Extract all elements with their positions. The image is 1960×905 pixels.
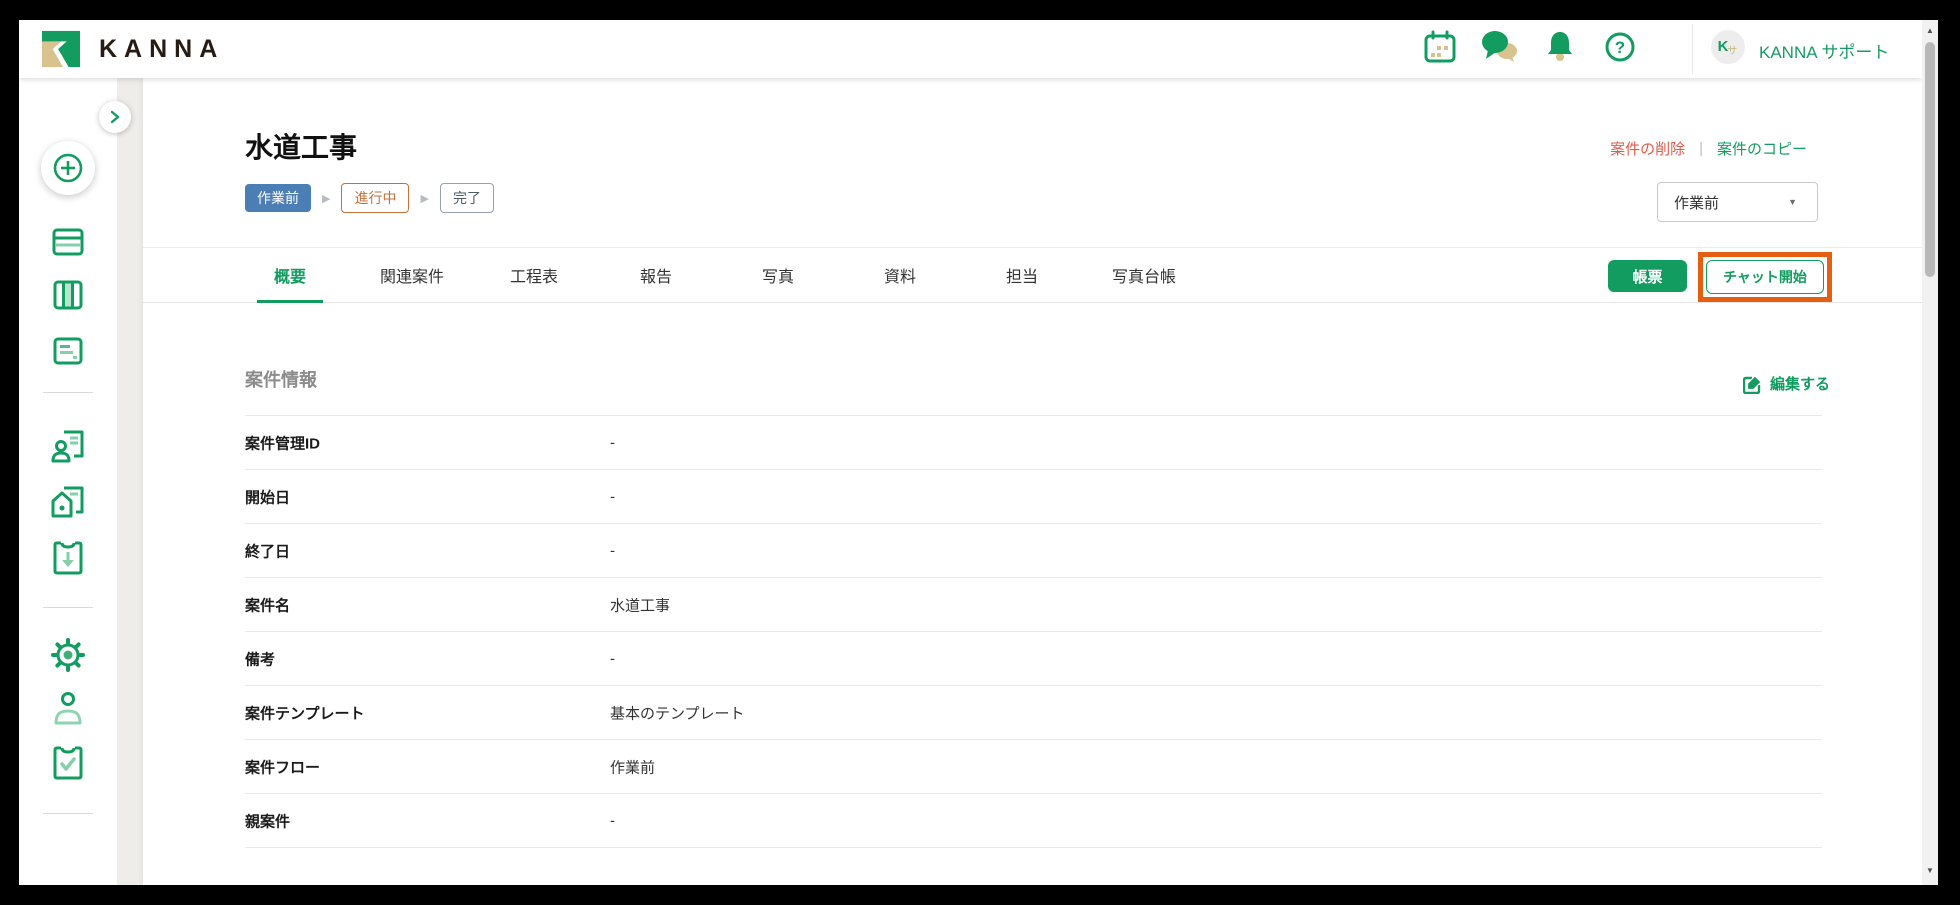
edit-pencil-icon [1743,374,1763,394]
flow-arrow-icon: ▶ [322,192,330,205]
status-dropdown-value: 作業前 [1674,192,1719,213]
client-contacts-icon[interactable] [50,428,86,464]
table-row: 備考 - [245,632,1822,686]
tab-reports[interactable]: 報告 [595,248,717,302]
link-divider: | [1699,140,1703,157]
sidebar [19,78,117,885]
kanna-logo-text[interactable]: KANNA [99,35,224,64]
app-header: KANNA [19,20,1922,78]
table-row: 案件テンプレート 基本のテンプレート [245,686,1822,740]
row-label: 案件管理ID [245,432,320,453]
row-value: - [610,812,615,829]
row-label: 開始日 [245,486,290,507]
tab-photos[interactable]: 写真 [717,248,839,302]
project-info-table: 案件管理ID - 開始日 - 終了日 - 案件名 水道工事 備考 - [245,415,1822,848]
tab-related-projects[interactable]: 関連案件 [351,248,473,302]
app-body: 水道工事 案件の削除 | 案件のコピー 作業前 ▶ 進行中 ▶ 完了 作業前 ▼… [19,78,1922,885]
status-badge-pending: 完了 [440,183,494,213]
row-value: - [610,650,615,667]
copy-project-link[interactable]: 案件のコピー [1717,138,1807,159]
project-list-icon[interactable] [52,228,84,256]
partner-company-icon[interactable] [50,484,86,520]
row-label: 案件名 [245,594,290,615]
row-label: 案件フロー [245,756,320,777]
row-label: 終了日 [245,540,290,561]
scroll-up-icon[interactable]: ▲ [1922,26,1938,35]
row-label: 親案件 [245,810,290,831]
add-project-button[interactable] [41,141,95,195]
header-divider [1692,24,1693,74]
table-row: 案件管理ID - [245,416,1822,470]
row-value: 水道工事 [610,594,670,615]
sidebar-divider [43,813,93,814]
settings-gear-icon[interactable] [50,637,86,673]
status-flow: 作業前 ▶ 進行中 ▶ 完了 [245,183,494,213]
kanban-board-icon[interactable] [53,280,83,310]
svg-text:?: ? [1615,38,1625,57]
scrollbar-thumb[interactable] [1925,42,1935,277]
kanna-logo-icon[interactable] [42,30,80,68]
tab-overview[interactable]: 概要 [229,248,351,302]
vertical-scrollbar[interactable]: ▲ ▼ [1922,20,1938,885]
project-card-icon[interactable] [53,337,83,365]
browser-viewport: KANNA [19,20,1938,885]
edit-link[interactable]: 編集する [1743,373,1830,394]
user-name[interactable]: KANNA サポート [1759,38,1889,63]
table-row: 開始日 - [245,470,1822,524]
calendar-icon[interactable] [1422,29,1458,65]
status-badge-next: 進行中 [341,183,409,213]
row-value: - [610,488,615,505]
flow-arrow-icon: ▶ [420,192,428,205]
table-row: 案件名 水道工事 [245,578,1822,632]
status-badge-current: 作業前 [245,184,311,212]
tab-documents[interactable]: 資料 [839,248,961,302]
scroll-down-icon[interactable]: ▼ [1922,866,1938,875]
row-value: 作業前 [610,756,655,777]
profile-person-icon[interactable] [53,691,83,725]
row-value: - [610,434,615,451]
sidebar-expand-button[interactable] [99,101,131,133]
tab-schedule[interactable]: 工程表 [473,248,595,302]
row-label: 備考 [245,648,275,669]
main-content-card: 水道工事 案件の削除 | 案件のコピー 作業前 ▶ 進行中 ▶ 完了 作業前 ▼… [143,78,1922,885]
user-avatar[interactable]: Kサ [1711,30,1745,64]
delete-project-link[interactable]: 案件の削除 [1610,138,1685,159]
tab-assignees[interactable]: 担当 [961,248,1083,302]
row-label: 案件テンプレート [245,702,365,723]
table-row: 親案件 - [245,794,1822,848]
chevron-down-icon: ▼ [1788,197,1797,207]
start-chat-button[interactable]: チャット開始 [1706,260,1824,294]
clipboard-tasks-icon[interactable] [53,745,83,781]
table-row: 終了日 - [245,524,1822,578]
notification-bell-icon[interactable] [1542,29,1578,65]
section-title: 案件情報 [245,366,317,392]
sidebar-divider [43,392,93,393]
status-dropdown[interactable]: 作業前 ▼ [1657,182,1818,222]
project-action-links: 案件の削除 | 案件のコピー [1610,138,1807,159]
row-value: 基本のテンプレート [610,702,745,723]
report-button[interactable]: 帳票 [1608,260,1687,292]
help-icon[interactable]: ? [1602,29,1638,65]
clipboard-import-icon[interactable] [53,540,83,576]
edit-link-label: 編集する [1770,373,1830,394]
row-value: - [610,542,615,559]
sidebar-divider [43,607,93,608]
page-title: 水道工事 [245,126,357,166]
chat-icon[interactable] [1482,29,1518,65]
table-row: 案件フロー 作業前 [245,740,1822,794]
tab-photo-ledger[interactable]: 写真台帳 [1083,248,1205,302]
